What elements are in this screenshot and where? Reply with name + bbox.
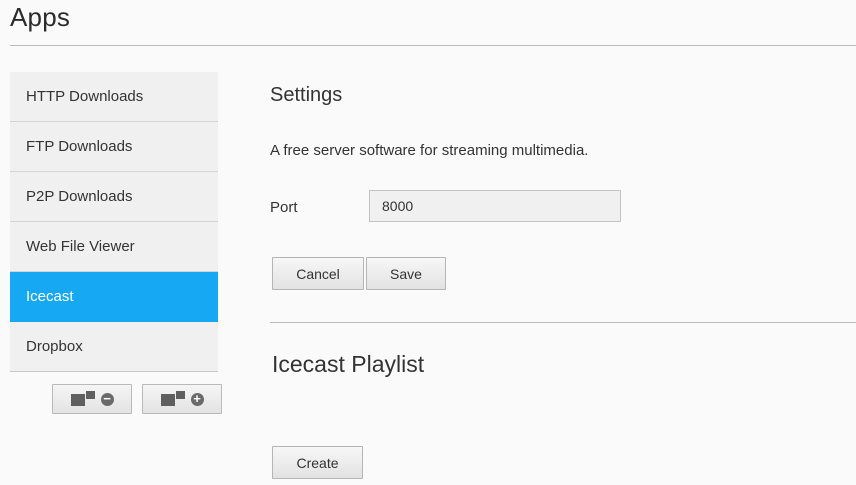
port-label: Port: [270, 199, 298, 216]
sidebar-item-icecast[interactable]: Icecast: [10, 272, 218, 322]
remove-app-button[interactable]: −: [52, 384, 132, 414]
sidebar-item-web-file-viewer[interactable]: Web File Viewer: [10, 222, 218, 272]
minus-icon: −: [100, 392, 114, 406]
create-playlist-button[interactable]: Create: [272, 446, 363, 479]
app-description: A free server software for streaming mul…: [270, 142, 589, 159]
sidebar-item-ftp-downloads[interactable]: FTP Downloads: [10, 122, 218, 172]
plus-icon: +: [190, 392, 204, 406]
settings-title: Settings: [270, 84, 343, 106]
sidebar-item-dropbox[interactable]: Dropbox: [10, 322, 218, 372]
sidebar-item-label: Icecast: [26, 288, 74, 305]
sidebar-item-label: HTTP Downloads: [26, 88, 144, 105]
section-divider: [270, 322, 856, 323]
app-add-icon: [160, 391, 187, 407]
save-button[interactable]: Save: [366, 257, 446, 290]
page-title: Apps: [10, 2, 71, 32]
port-input[interactable]: [369, 190, 621, 222]
sidebar-item-label: Web File Viewer: [26, 238, 135, 255]
sidebar-item-http-downloads[interactable]: HTTP Downloads: [10, 72, 218, 122]
sidebar-item-label: P2P Downloads: [26, 188, 133, 205]
sidebar-item-label: Dropbox: [26, 338, 83, 355]
cancel-button[interactable]: Cancel: [272, 257, 364, 290]
sidebar-item-p2p-downloads[interactable]: P2P Downloads: [10, 172, 218, 222]
playlist-title: Icecast Playlist: [272, 351, 425, 377]
sidebar: HTTP Downloads FTP Downloads P2P Downloa…: [10, 72, 218, 372]
title-divider: [10, 45, 856, 46]
add-app-button[interactable]: +: [142, 384, 222, 414]
sidebar-item-label: FTP Downloads: [26, 138, 133, 155]
app-remove-icon: [70, 391, 97, 407]
